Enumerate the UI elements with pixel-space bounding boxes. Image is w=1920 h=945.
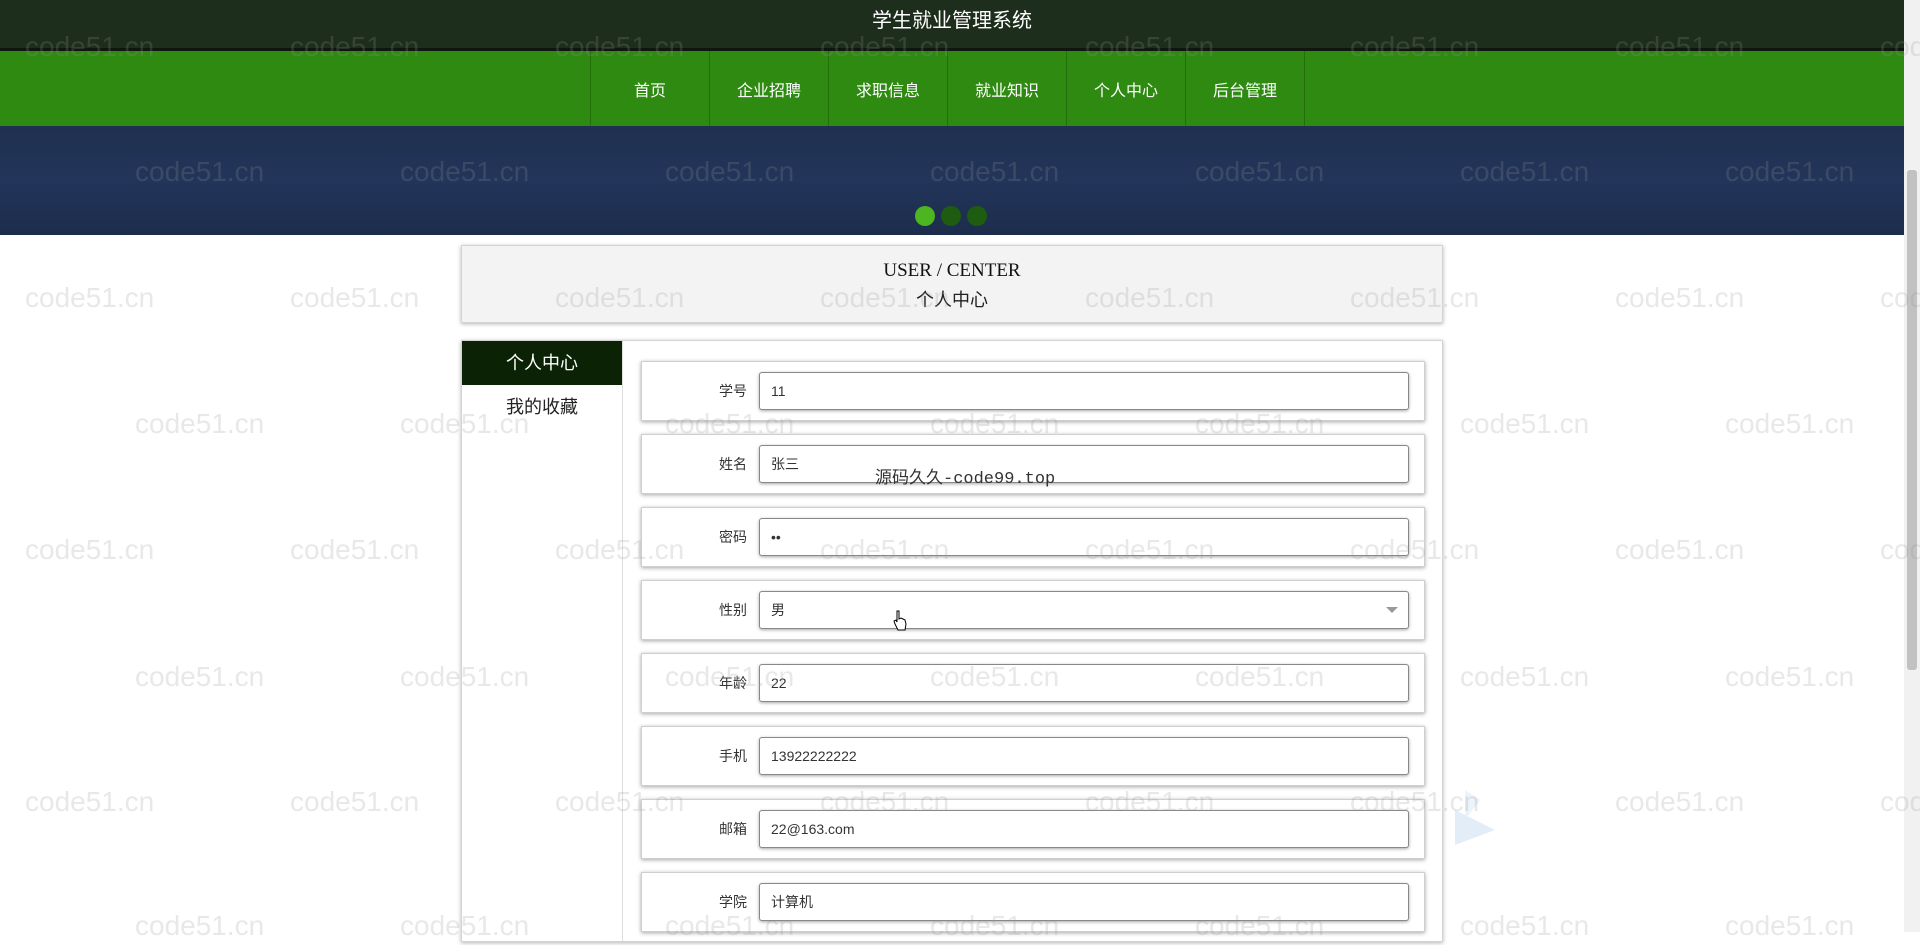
watermark-text: code51.cn [1460,661,1590,692]
college-input[interactable]: 计算机 [759,883,1409,921]
side-item-favorites[interactable]: 我的收藏 [462,385,622,429]
chevron-down-icon [1386,607,1398,613]
main-nav: 首页 企业招聘 求职信息 就业知识 个人中心 后台管理 [0,51,1904,126]
watermark-text: code51.cn [1725,408,1855,439]
watermark-text: code51.cn [135,661,265,692]
watermark-text: code51.cn [1460,408,1590,439]
watermark-text: code51.cn [1725,910,1855,941]
carousel-dot[interactable] [941,206,961,226]
watermark-text: code51.cn [1460,910,1590,941]
page-title-en: USER / CENTER [883,260,1021,281]
phone-input[interactable]: 13922222222 [759,737,1409,775]
gender-select[interactable]: 男 [759,591,1409,629]
watermark-text: code51.cn [290,282,420,313]
watermark-text: code51.cn [135,408,265,439]
scrollbar-thumb[interactable] [1907,170,1917,670]
decorative-shape [1455,790,1495,845]
form-row-password: 密码 •• [641,507,1425,567]
field-label: 姓名 [719,456,747,472]
field-label: 年龄 [719,675,747,691]
carousel-dot[interactable] [915,206,935,226]
form-row-student-id: 学号 11 [641,361,1425,421]
form-row-email: 邮箱 22@163.com [641,799,1425,859]
watermark-text: code51.cn [1615,534,1745,565]
field-label: 手机 [719,748,747,764]
carousel-dots [915,206,987,226]
side-menu: 个人中心 我的收藏 [462,341,623,941]
app-title: 学生就业管理系统 [872,10,1032,32]
form-row-age: 年龄 22 [641,653,1425,713]
nav-item-knowledge[interactable]: 就业知识 [947,51,1066,126]
carousel-dot[interactable] [967,206,987,226]
gender-select-value: 男 [771,602,785,618]
page-title-zh: 个人中心 [916,290,988,310]
watermark-text: code51.cn [290,534,420,565]
field-label: 性别 [719,602,747,618]
field-label: 学号 [719,383,747,399]
nav-item-personal-center[interactable]: 个人中心 [1066,51,1185,126]
email-input[interactable]: 22@163.com [759,810,1409,848]
page-scrollbar[interactable] [1904,0,1920,932]
overlay-watermark-text: 源码久久-code99.top [875,470,1056,489]
watermark-text: code51.cn [25,786,155,817]
watermark-text: code51.cn [135,910,265,941]
form-row-phone: 手机 13922222222 [641,726,1425,786]
name-input[interactable]: 张三 [759,445,1409,483]
field-label: 密码 [719,529,747,545]
hand-cursor-icon [893,610,907,631]
password-input[interactable]: •• [759,518,1409,556]
app-header: 学生就业管理系统 [0,0,1904,51]
page-title: USER / CENTER 个人中心 [461,245,1443,323]
profile-form: 学号 11 姓名 张三 密码 •• 性别 男 年龄 22 手机 13922222… [641,361,1425,945]
field-label: 学院 [719,894,747,910]
watermark-text: code51.cn [290,786,420,817]
form-row-college: 学院 计算机 [641,872,1425,932]
form-row-gender: 性别 男 [641,580,1425,640]
field-label: 邮箱 [719,821,747,837]
student-id-input[interactable]: 11 [759,372,1409,410]
age-input[interactable]: 22 [759,664,1409,702]
watermark-text: code51.cn [1615,786,1745,817]
nav-item-admin[interactable]: 后台管理 [1185,51,1305,126]
nav-item-jobs[interactable]: 企业招聘 [709,51,828,126]
watermark-text: code51.cn [25,282,155,313]
nav-item-job-seeking[interactable]: 求职信息 [828,51,947,126]
watermark-text: code51.cn [1725,661,1855,692]
side-item-personal-center[interactable]: 个人中心 [462,341,622,385]
nav-item-home[interactable]: 首页 [590,51,709,126]
content-panel: 个人中心 我的收藏 学号 11 姓名 张三 密码 •• 性别 男 年龄 22 手… [461,340,1443,942]
watermark-text: code51.cn [1615,282,1745,313]
watermark-text: code51.cn [25,534,155,565]
